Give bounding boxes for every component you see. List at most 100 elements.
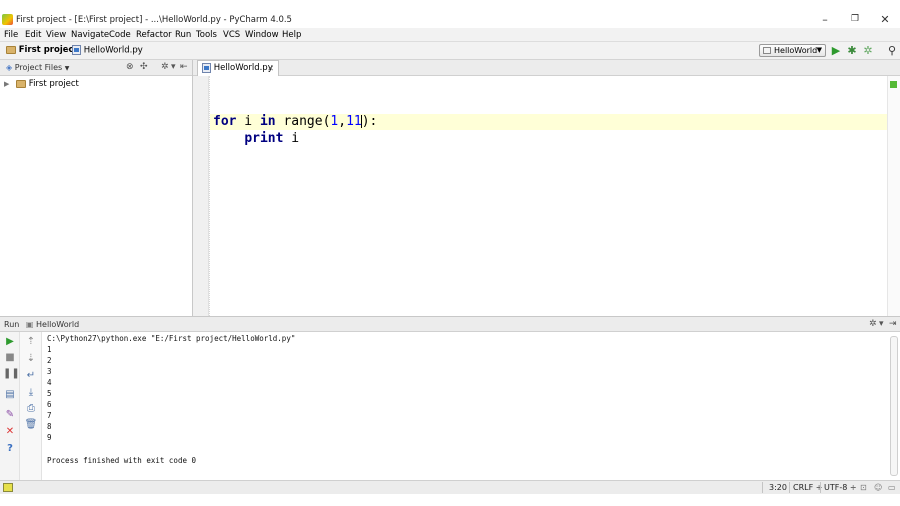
debug-icon[interactable]: ✱ <box>846 45 858 57</box>
console-line: 1 <box>47 345 52 354</box>
menu-code[interactable]: Code <box>109 30 131 40</box>
breadcrumb-separator-icon: › <box>136 45 140 55</box>
run-tool-window: Run ▣ HelloWorld ✲ ▾ ⇥ ▶ ■ ❚❚ ▤ ✎ ✕ ? ⇡ … <box>0 316 900 481</box>
print-icon[interactable]: ⎙ <box>24 403 38 415</box>
breadcrumb-file[interactable]: HelloWorld.py <box>72 45 143 56</box>
editor-gutter[interactable] <box>193 76 209 316</box>
menu-bar: File Edit View Navigate Code Refactor Ru… <box>0 28 900 42</box>
soft-wrap-icon[interactable]: ↵ <box>24 370 38 382</box>
run-panel-header: Run ▣ HelloWorld ✲ ▾ ⇥ <box>0 317 900 332</box>
window-title: First project - [E:\First project] - ...… <box>16 15 292 25</box>
console-line: 3 <box>47 367 52 376</box>
menu-vcs[interactable]: VCS <box>223 30 240 40</box>
close-button[interactable]: ✕ <box>873 12 897 28</box>
tab-helloworld-py[interactable]: HelloWorld.py ✕ <box>197 60 279 76</box>
gear-icon[interactable]: ✲ <box>161 62 169 72</box>
coverage-icon[interactable]: ✲ <box>862 45 874 57</box>
console-line: 8 <box>47 422 52 431</box>
rerun-icon[interactable]: ▶ <box>3 336 17 348</box>
console-command-line: C:\Python27\python.exe "E:/First project… <box>47 334 296 343</box>
console-line: 9 <box>47 433 52 442</box>
editor-tab-bar: HelloWorld.py ✕ <box>193 60 900 76</box>
project-view-select[interactable]: ◈ Project Files ▼ <box>6 63 69 72</box>
tool-windows-toggle-icon[interactable] <box>3 483 13 492</box>
status-separator <box>820 482 821 493</box>
run-configuration-select[interactable]: HelloWorld ▼ <box>759 44 826 57</box>
folder-icon <box>16 79 27 88</box>
sync-icon[interactable]: ⊗ <box>126 62 134 72</box>
breadcrumb-separator-icon: › <box>66 45 70 55</box>
run-icon[interactable]: ▶ <box>830 45 842 57</box>
stop-icon[interactable]: ■ <box>3 352 17 364</box>
run-panel-title: Run ▣ HelloWorld <box>4 320 79 329</box>
keyword: for <box>213 114 237 129</box>
arrow-down-icon[interactable]: ⇣ <box>24 353 38 365</box>
dump-threads-icon[interactable]: ▤ <box>3 389 17 401</box>
tab-label: HelloWorld.py <box>213 63 273 73</box>
gear-icon[interactable]: ✲ <box>869 319 877 329</box>
menu-run[interactable]: Run <box>175 30 191 40</box>
pin-tab-icon[interactable]: ✎ <box>3 409 17 421</box>
maximize-button[interactable]: ❐ <box>843 12 867 28</box>
menu-tools[interactable]: Tools <box>196 30 217 40</box>
minimize-button[interactable]: – <box>813 12 837 28</box>
menu-help[interactable]: Help <box>282 30 301 40</box>
search-icon[interactable]: ⚲ <box>886 45 898 57</box>
console-line: 6 <box>47 400 52 409</box>
encoding-select[interactable]: UTF-8 ÷ <box>824 483 857 492</box>
line-separator-select[interactable]: CRLF ÷ <box>793 483 822 492</box>
expand-arrow-icon[interactable]: ▶ <box>4 80 9 88</box>
tree-item-project-root[interactable]: ▶ First project <box>4 79 79 89</box>
code-line-2[interactable]: print i <box>213 131 299 146</box>
code-editor[interactable]: HelloWorld.py ✕ for i in range(1,11): pr… <box>193 60 900 316</box>
console-output[interactable]: C:\Python27\python.exe "E:/First project… <box>47 332 887 481</box>
menu-edit[interactable]: Edit <box>25 30 41 40</box>
menu-navigate[interactable]: Navigate <box>71 30 109 40</box>
keyword: in <box>259 114 276 129</box>
tree-item-label: First project <box>28 79 79 89</box>
python-file-icon <box>202 62 211 73</box>
chevron-down-icon: ▼ <box>64 65 70 72</box>
hide-panel-icon[interactable]: ⇤ <box>180 62 188 72</box>
menu-view[interactable]: View <box>46 30 66 40</box>
code-text: i <box>283 131 300 146</box>
run-toolbar-secondary: ⇡ ⇣ ↵ ⤓ ⎙ 🗑 <box>20 332 42 481</box>
hector-icon[interactable]: ☺ <box>874 483 882 492</box>
navigation-bar: First project › HelloWorld.py › HelloWor… <box>0 42 900 60</box>
help-icon[interactable]: ? <box>3 443 17 455</box>
clear-all-icon[interactable]: 🗑 <box>24 419 38 431</box>
code-text: , <box>338 114 347 129</box>
settings-menu-icon[interactable]: ▾ <box>879 319 884 329</box>
project-panel-header: ◈ Project Files ▼ ⊗ ✣ ✲ ▾ ⇤ <box>0 60 192 76</box>
menu-file[interactable]: File <box>4 30 18 40</box>
event-log-icon[interactable]: ▭ <box>888 483 896 492</box>
run-panel-label: Run <box>4 320 20 329</box>
collapse-all-icon[interactable]: ✣ <box>140 62 148 72</box>
keyword: print <box>244 131 284 146</box>
menu-window[interactable]: Window <box>245 30 279 40</box>
run-config-icon: ▣ <box>25 320 34 329</box>
close-tab-icon[interactable]: ✕ <box>267 61 274 76</box>
scroll-to-end-icon[interactable]: ⤓ <box>24 387 38 399</box>
close-run-icon[interactable]: ✕ <box>3 426 17 438</box>
inspection-ok-indicator[interactable] <box>890 81 897 88</box>
settings-menu-icon[interactable]: ▾ <box>171 62 176 72</box>
code-line-1[interactable]: for i in range(1,11): <box>213 114 377 129</box>
read-only-lock-icon[interactable]: ⊡ <box>860 483 867 492</box>
hide-panel-icon[interactable]: ⇥ <box>889 319 897 329</box>
pause-icon[interactable]: ❚❚ <box>3 368 20 380</box>
editor-error-stripe[interactable] <box>887 76 900 316</box>
title-bar: First project - [E:\First project] - ...… <box>0 12 900 28</box>
run-config-icon <box>763 47 771 54</box>
right-margin-guide <box>209 76 210 316</box>
code-text: ): <box>361 114 378 129</box>
run-toolbar-primary: ▶ ■ ❚❚ ▤ ✎ ✕ ? <box>0 332 20 481</box>
console-scrollbar[interactable] <box>890 336 898 476</box>
run-panel-config: HelloWorld <box>36 320 80 329</box>
project-tool-window: ◈ Project Files ▼ ⊗ ✣ ✲ ▾ ⇤ ▶ First proj… <box>0 60 193 316</box>
status-separator <box>789 482 790 493</box>
caret-position[interactable]: 3:20 <box>769 483 787 492</box>
arrow-up-icon[interactable]: ⇡ <box>24 336 38 348</box>
menu-refactor[interactable]: Refactor <box>136 30 172 40</box>
